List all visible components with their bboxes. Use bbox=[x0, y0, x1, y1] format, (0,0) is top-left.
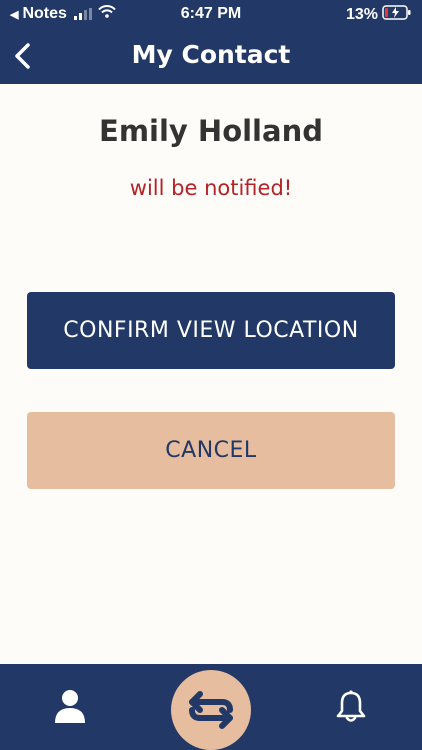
contact-name: Emily Holland bbox=[99, 114, 323, 148]
tab-notifications[interactable] bbox=[331, 686, 371, 726]
person-icon bbox=[55, 690, 85, 723]
tab-swap[interactable] bbox=[171, 670, 251, 750]
status-right: 13% bbox=[346, 5, 412, 25]
notification-notice: will be notified! bbox=[129, 176, 293, 200]
tab-profile[interactable] bbox=[50, 686, 90, 726]
page-title: My Contact bbox=[131, 40, 291, 69]
battery-percent: 13% bbox=[345, 6, 378, 23]
battery-charging-icon bbox=[382, 5, 412, 25]
header-bar: My Contact bbox=[0, 28, 422, 84]
cancel-button[interactable]: CANCEL bbox=[27, 412, 395, 489]
bell-icon bbox=[336, 690, 366, 722]
cancel-button-label: CANCEL bbox=[165, 438, 257, 463]
confirm-view-location-button[interactable]: CONFIRM VIEW LOCATION bbox=[27, 292, 395, 369]
bottom-tab-bar bbox=[0, 664, 422, 750]
status-bar: ◀ Notes 6:47 PM 13% bbox=[0, 0, 422, 28]
swap-arrows-icon bbox=[189, 691, 233, 729]
confirm-button-label: CONFIRM VIEW LOCATION bbox=[63, 318, 359, 343]
